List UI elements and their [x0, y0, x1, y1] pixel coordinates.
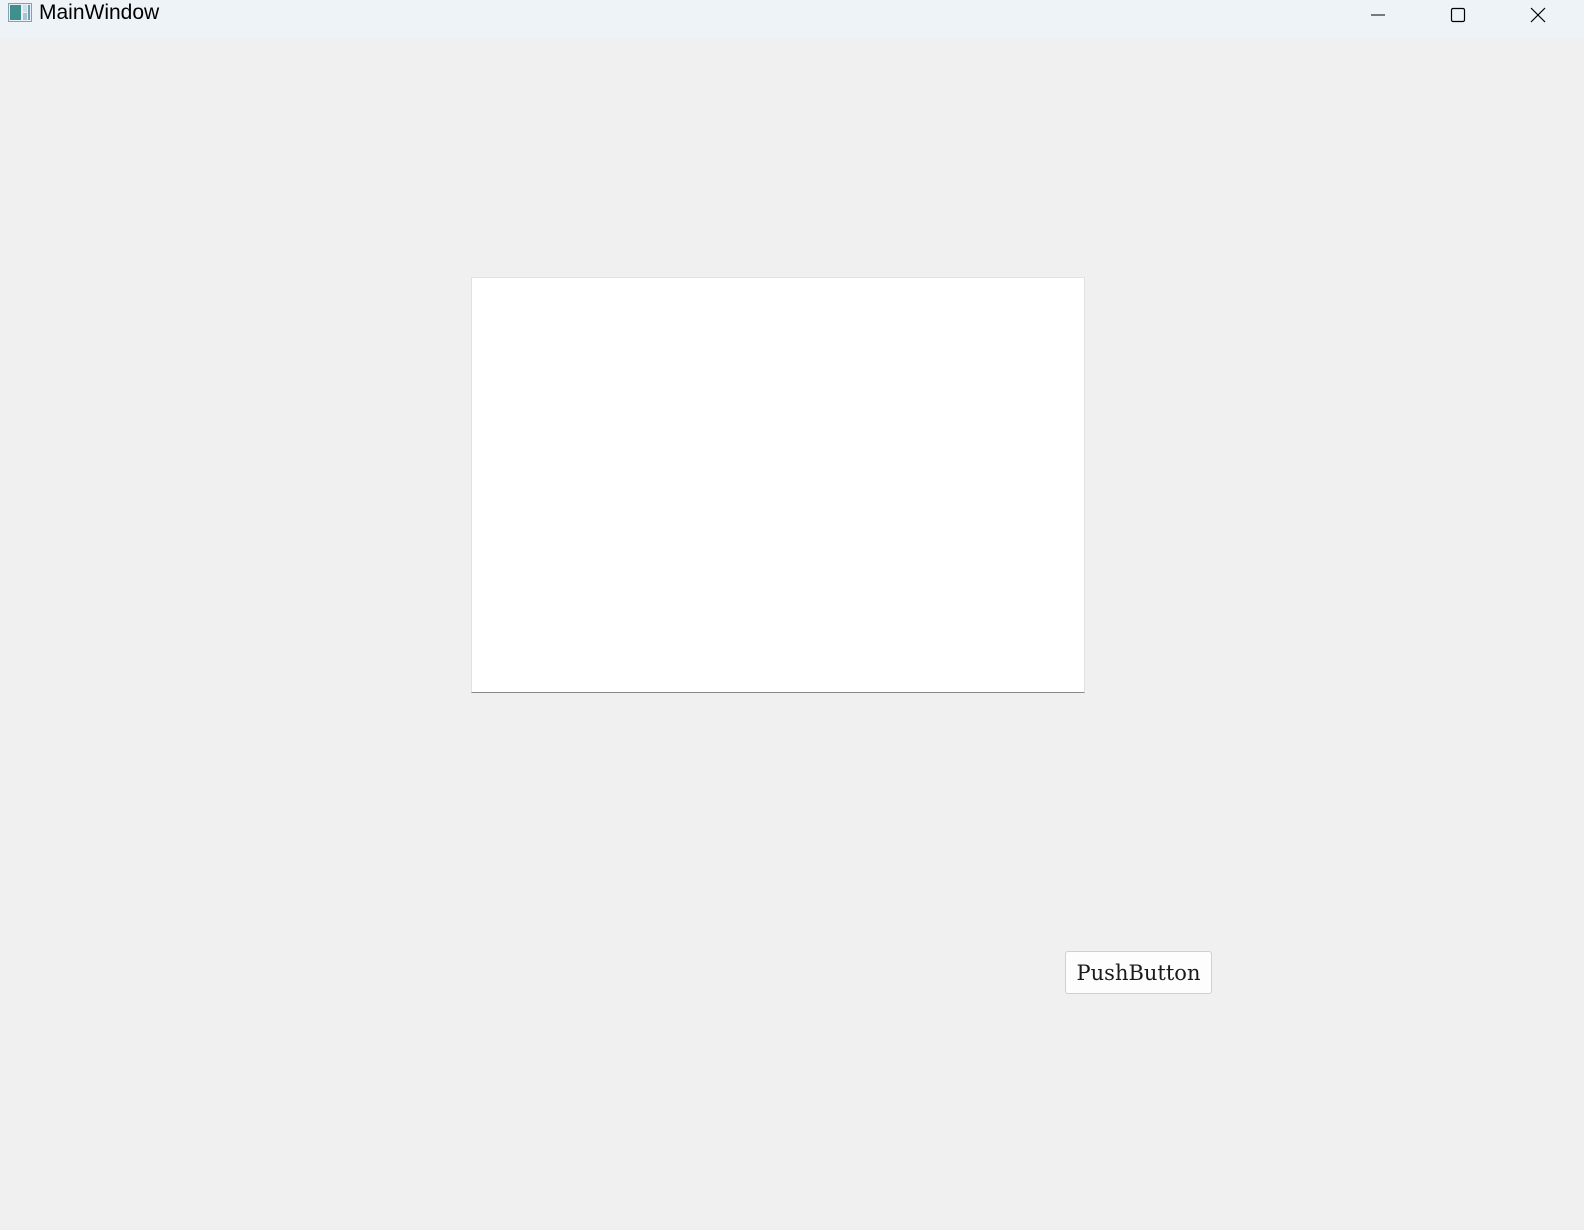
maximize-icon — [1450, 7, 1466, 23]
close-button[interactable] — [1498, 0, 1578, 30]
maximize-button[interactable] — [1418, 0, 1498, 30]
window-title: MainWindow — [39, 1, 160, 24]
push-button[interactable]: PushButton — [1065, 951, 1212, 994]
text-edit-area[interactable] — [471, 277, 1085, 693]
minimize-button[interactable] — [1338, 0, 1418, 30]
minimize-icon — [1371, 14, 1385, 16]
close-icon — [1530, 7, 1546, 23]
app-window-icon — [8, 3, 32, 22]
title-bar[interactable]: MainWindow — [0, 0, 1584, 38]
main-window: MainWindow PushButton — [0, 0, 1584, 1230]
